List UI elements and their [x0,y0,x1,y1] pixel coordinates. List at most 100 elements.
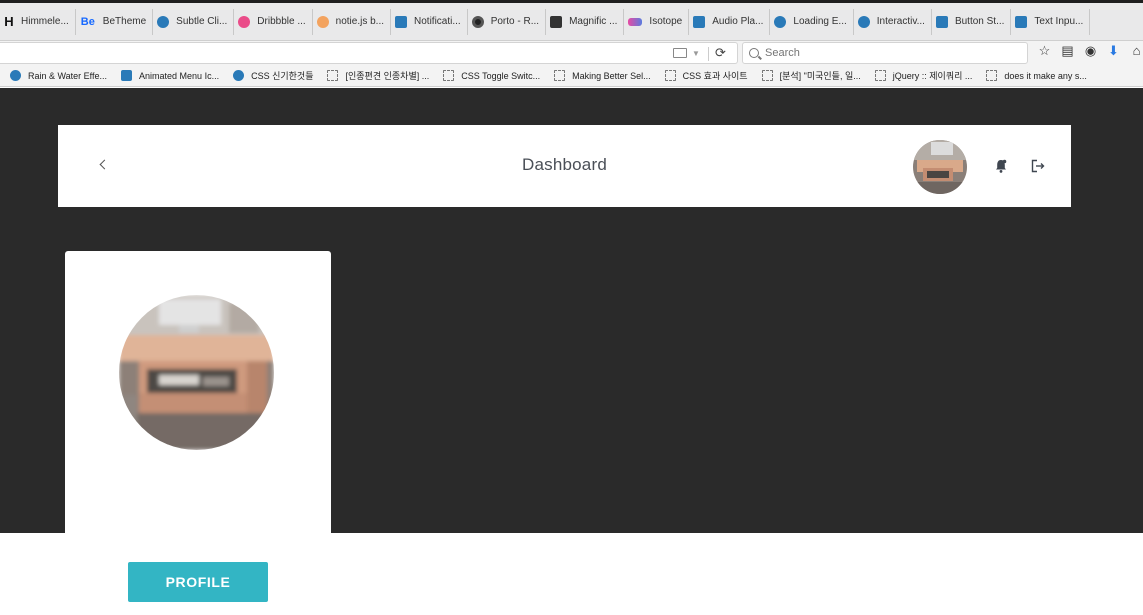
h-logo-icon: H [4,14,14,29]
reader-view-icon[interactable] [673,48,687,58]
browser-tab[interactable]: Loading E... [770,8,854,35]
dribbble-icon [238,15,251,28]
bookmark-item[interactable]: CSS 신기한것들 [233,69,313,82]
browser-tab-label: Button St... [954,16,1005,27]
notie-icon [316,15,329,28]
bell-icon[interactable] [995,159,1007,173]
browser-tab[interactable]: Isotope [624,8,690,35]
porto-icon [471,15,484,28]
codrops-icon [395,15,408,28]
droplet-icon [157,15,170,28]
browser-tab[interactable]: Dribbble ... [234,8,313,35]
profile-card [65,251,331,533]
url-bar-divider [708,47,709,61]
browser-tab[interactable]: Porto - R... [468,8,547,35]
search-icon [749,48,759,58]
dashboard-header: Dashboard [58,125,1071,207]
download-icon[interactable]: ⬇ [1105,43,1122,59]
browser-tab-label: Interactiv... [876,16,925,27]
browser-tab[interactable]: Interactiv... [854,8,932,35]
browser-tab[interactable]: Notificati... [391,8,468,35]
browser-tab-label: Notificati... [414,16,461,27]
browser-tab-label: Magnific ... [569,16,618,27]
bookmark-label: CSS 효과 사이트 [682,71,748,81]
codrops-icon [935,15,948,28]
url-bar[interactable]: ▼ ⟳ [0,42,738,64]
browser-tab-label: Himmele... [21,16,69,27]
bookmark-label: CSS 신기한것들 [251,71,314,81]
page-icon [874,70,886,81]
browser-tab-label: Isotope [649,16,683,27]
browser-tab[interactable]: Be BeTheme [76,8,154,35]
browser-tab-label: Text Inpu... [1034,16,1084,27]
behance-icon: Be [80,15,95,28]
magnific-icon [550,15,563,28]
codrops-icon [693,15,706,28]
profile-avatar [119,295,274,450]
bookmark-label: Making Better Sel... [572,70,651,81]
bookmark-item[interactable]: [인종편견 인종차별] ... [327,69,429,82]
bookmark-item[interactable]: Animated Menu Ic... [121,70,219,81]
browser-tab[interactable]: H Himmele... [0,8,76,35]
reload-icon[interactable]: ⟳ [715,45,726,61]
content-lower-area: PROFILE [0,533,1143,615]
browser-tab[interactable]: Magnific ... [546,8,625,35]
bookmark-item[interactable]: CSS Toggle Switc... [443,70,540,81]
bookmark-star-icon[interactable]: ☆ [1036,43,1053,59]
bookmark-label: [분석] "미국인들, 일... [779,71,861,81]
logout-icon[interactable] [1031,159,1045,173]
bookmark-item[interactable]: [분석] "미국인들, 일... [761,69,861,82]
droplet-icon [857,15,870,28]
page-icon [443,70,455,81]
bookmark-item[interactable]: jQuery :: 제이쿼리 ... [874,69,973,82]
browser-nav-bar: ▼ ⟳ ☆ ▤ ◉ ⬇ ⌂ [0,41,1143,65]
browser-tab[interactable]: Subtle Cli... [153,8,235,35]
page-area: Dashboard [0,88,1143,533]
bookmark-item[interactable]: CSS 효과 사이트 [664,69,748,82]
pocket-icon[interactable]: ◉ [1082,43,1099,59]
isotope-icon [628,17,643,26]
droplet-icon [10,70,21,81]
page-icon [664,70,676,81]
browser-tab-label: Loading E... [793,16,847,27]
search-box[interactable] [742,42,1028,64]
browser-tab[interactable]: Audio Pla... [689,8,771,35]
codrops-icon [121,70,133,81]
search-input[interactable] [765,47,1005,59]
browser-tab[interactable]: Text Inpu... [1011,8,1091,35]
browser-tab[interactable]: notie.js b... [313,8,392,35]
page-icon [554,70,566,81]
browser-tab-bar: H Himmele... Be BeTheme Subtle Cli... Dribbbl… [0,0,1143,41]
page-icon [327,70,339,81]
bookmark-label: does it make any s... [1004,70,1087,81]
bookmarks-bar: Rain & Water Effe... Animated Menu Ic... C… [0,65,1143,87]
droplet-icon [774,15,787,28]
bookmark-label: jQuery :: 제이쿼리 ... [892,71,973,81]
bookmark-item[interactable]: does it make any s... [986,70,1087,81]
toolbar-icons: ☆ ▤ ◉ ⬇ ⌂ [1036,43,1143,59]
bookmark-label: Animated Menu Ic... [139,70,220,81]
profile-photo-icon [119,295,274,450]
codrops-icon [1015,15,1028,28]
browser-tab-label: Audio Pla... [712,16,764,27]
bookmark-label: Rain & Water Effe... [28,70,108,81]
bookmark-label: [인종편견 인종차별] ... [345,71,430,81]
droplet-icon [233,70,245,81]
browser-tab-label: Subtle Cli... [176,16,228,27]
browser-tab-label: Dribbble ... [257,16,306,27]
browser-tab-label: notie.js b... [335,16,385,27]
bookmark-label: CSS Toggle Switc... [461,70,541,81]
home-icon[interactable]: ⌂ [1128,43,1143,59]
page-icon [761,70,773,81]
page-icon [986,70,998,81]
bookmark-item[interactable]: Rain & Water Effe... [10,70,107,81]
bookmarks-menu-icon[interactable]: ▤ [1059,43,1076,59]
browser-tab-label: BeTheme [102,16,147,27]
browser-tab[interactable]: Button St... [932,8,1012,35]
bookmark-item[interactable]: Making Better Sel... [554,70,651,81]
profile-button[interactable]: PROFILE [128,562,268,602]
avatar[interactable] [913,140,967,194]
browser-tab-label: Porto - R... [490,16,540,27]
avatar-photo-icon [913,140,967,194]
chevron-down-icon[interactable]: ▼ [692,49,700,58]
